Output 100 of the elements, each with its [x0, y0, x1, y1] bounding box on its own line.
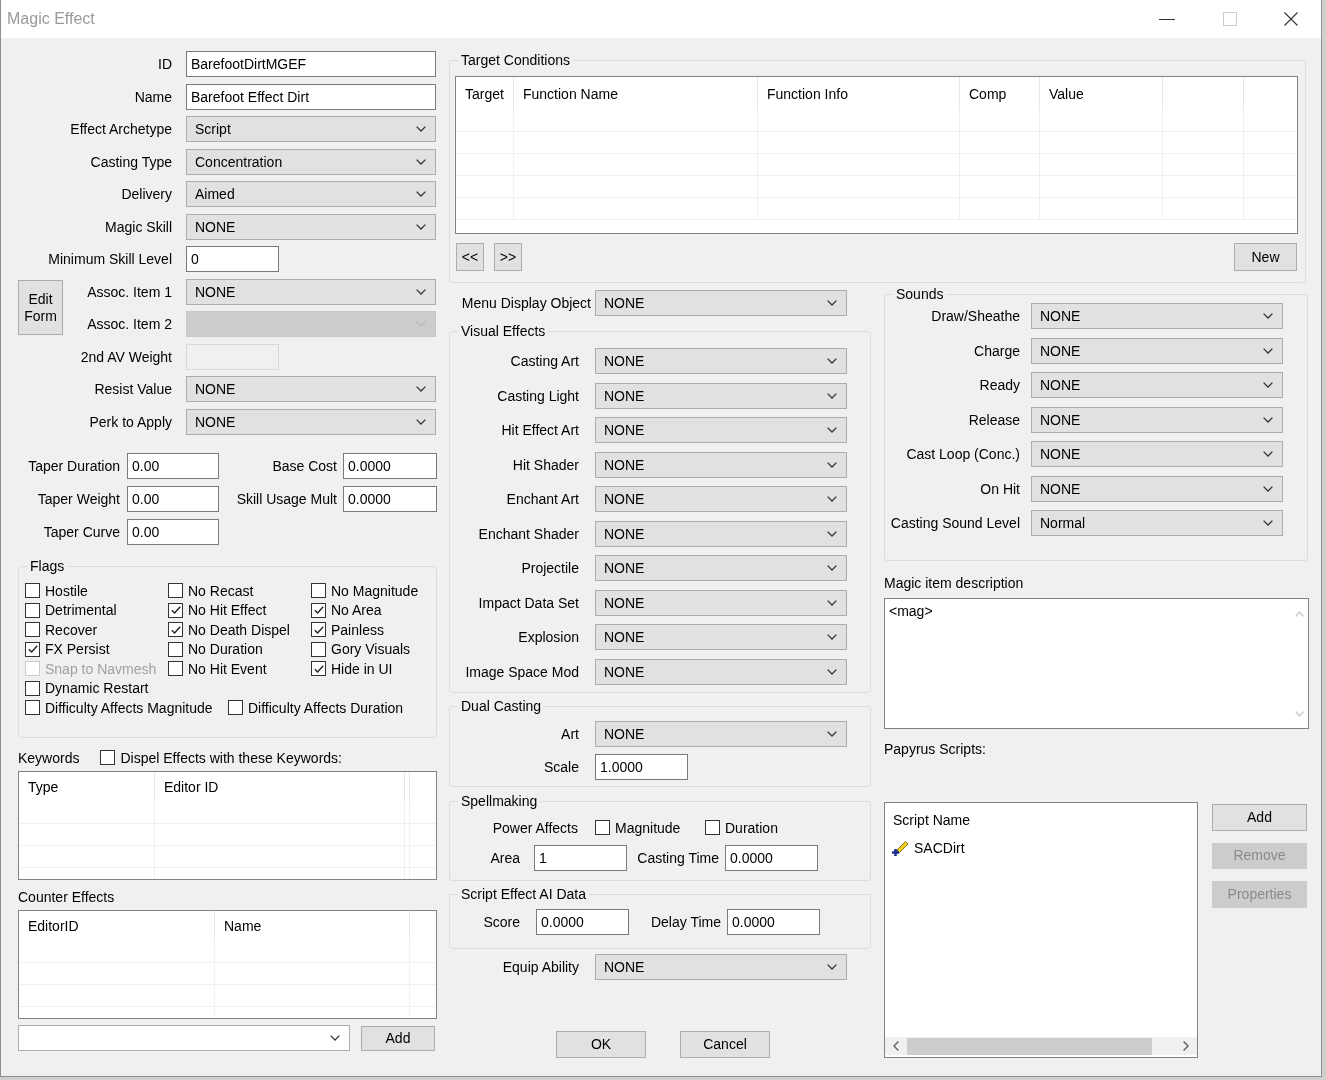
scroll-left-icon[interactable]: [893, 1041, 899, 1051]
dropdown[interactable]: NONE: [595, 417, 847, 443]
dropdown[interactable]: NONE: [595, 520, 847, 547]
dropdown[interactable]: NONE: [595, 658, 847, 685]
conditions-table[interactable]: Target Function Name Function Info Comp Value: [455, 76, 1298, 234]
column-header[interactable]: Comp: [969, 84, 1007, 103]
field-label: Ready: [979, 376, 1020, 394]
column-header[interactable]: Target: [465, 84, 504, 103]
dropdown[interactable]: Concentration: [186, 148, 436, 175]
cancel-button[interactable]: Cancel: [680, 1031, 770, 1058]
text-field[interactable]: 0.00: [127, 452, 219, 479]
keywords-list[interactable]: Type Editor ID: [18, 771, 437, 880]
text-field[interactable]: 0.0000: [725, 844, 818, 871]
previous-button[interactable]: <<: [456, 243, 484, 271]
caret-icon: [827, 565, 837, 571]
dropdown[interactable]: NONE: [595, 486, 847, 512]
scripts-list[interactable]: Script Name SACDirt: [884, 802, 1198, 1058]
dropdown[interactable]: NONE: [186, 376, 436, 402]
scrollbar-thumb[interactable]: [907, 1037, 1152, 1055]
close-icon[interactable]: [1284, 12, 1298, 26]
checkbox[interactable]: [25, 680, 40, 696]
column-header[interactable]: Value: [1049, 84, 1084, 103]
text-field[interactable]: 0: [186, 246, 279, 272]
checkbox-label: Gory Visuals: [331, 640, 411, 659]
dropdown[interactable]: Script: [186, 116, 436, 142]
column-header[interactable]: Name: [224, 917, 262, 935]
dropdown[interactable]: Aimed: [186, 181, 436, 207]
checkbox-label: No Area: [331, 601, 382, 620]
dropdown[interactable]: NONE: [186, 278, 436, 305]
checkbox[interactable]: [168, 602, 183, 618]
dropdown[interactable]: NONE: [595, 451, 847, 478]
checkbox[interactable]: [168, 661, 183, 677]
field-label: Equip Ability: [502, 958, 579, 976]
checkbox[interactable]: [168, 583, 183, 599]
checkbox[interactable]: [100, 750, 116, 765]
pencil-icon: [891, 839, 909, 857]
checkbox-label: Hide in UI: [331, 659, 393, 678]
next-button[interactable]: >>: [494, 243, 522, 271]
dropdown[interactable]: NONE: [186, 213, 436, 240]
dropdown[interactable]: NONE: [595, 348, 847, 374]
checkbox[interactable]: [311, 661, 326, 677]
column-header[interactable]: Function Info: [767, 84, 848, 103]
text-field[interactable]: 0.0000: [343, 452, 437, 479]
dropdown[interactable]: NONE: [595, 954, 847, 980]
text-field[interactable]: 0.0000: [343, 485, 437, 512]
text-field[interactable]: BarefootDirtMGEF: [186, 51, 436, 77]
dropdown[interactable]: NONE: [186, 408, 436, 435]
add-button[interactable]: Add: [1212, 804, 1307, 831]
text-field[interactable]: Barefoot Effect Dirt: [186, 83, 436, 110]
dropdown[interactable]: NONE: [1031, 372, 1283, 398]
dropdown[interactable]: NONE: [595, 624, 847, 650]
group-title: Flags: [27, 557, 68, 575]
checkbox[interactable]: [311, 583, 326, 599]
checkbox[interactable]: [25, 583, 40, 599]
dropdown[interactable]: NONE: [595, 382, 847, 409]
script-item[interactable]: SACDirt: [885, 837, 965, 859]
text-field[interactable]: 1: [534, 844, 627, 871]
column-header[interactable]: Type: [28, 778, 59, 796]
dropdown[interactable]: NONE: [1031, 475, 1283, 502]
minimize-icon[interactable]: [1159, 18, 1175, 20]
field-label: Perk to Apply: [89, 412, 172, 431]
text-field[interactable]: 0.00: [127, 518, 219, 545]
checkbox[interactable]: [25, 641, 40, 657]
checkbox[interactable]: [168, 641, 183, 657]
edit-form-button[interactable]: Edit Form: [18, 280, 63, 336]
checkbox[interactable]: [25, 602, 40, 618]
checkbox[interactable]: [311, 602, 326, 618]
checkbox[interactable]: [705, 820, 720, 835]
checkbox[interactable]: [168, 622, 183, 638]
counter-effects-list[interactable]: EditorID Name: [18, 910, 437, 1019]
dropdown[interactable]: NONE: [595, 589, 847, 616]
dropdown[interactable]: NONE: [1031, 303, 1283, 329]
checkbox[interactable]: [228, 700, 243, 716]
add-button[interactable]: Add: [361, 1025, 435, 1051]
dropdown[interactable]: NONE: [1031, 441, 1283, 467]
checkbox[interactable]: [25, 622, 40, 638]
checkbox-label: No Duration: [188, 640, 263, 659]
column-header[interactable]: Editor ID: [164, 778, 219, 796]
checkbox[interactable]: [311, 641, 326, 657]
scroll-right-icon[interactable]: [1183, 1041, 1189, 1051]
field-label: Charge: [974, 341, 1020, 360]
column-header[interactable]: Function Name: [523, 84, 618, 103]
dropdown[interactable]: NONE: [595, 290, 847, 316]
horizontal-scrollbar[interactable]: [885, 1037, 1197, 1055]
text-field[interactable]: 0.0000: [536, 908, 629, 935]
ok-button[interactable]: OK: [556, 1031, 646, 1058]
dropdown[interactable]: NONE: [1031, 406, 1283, 433]
new-button[interactable]: New: [1234, 243, 1297, 271]
text-field[interactable]: 0.0000: [727, 908, 820, 935]
column-header[interactable]: Script Name: [893, 811, 971, 829]
dropdown[interactable]: NONE: [1031, 337, 1283, 364]
checkbox[interactable]: [311, 622, 326, 638]
text-field[interactable]: 0.00: [127, 485, 219, 512]
dropdown[interactable]: NONE: [595, 720, 847, 747]
checkbox[interactable]: [25, 700, 40, 716]
dropdown[interactable]: NONE: [595, 555, 847, 581]
checkbox[interactable]: [595, 820, 610, 835]
text-field[interactable]: 1.0000: [595, 753, 688, 780]
column-header[interactable]: EditorID: [28, 917, 79, 935]
dropdown[interactable]: Normal: [1031, 510, 1283, 536]
